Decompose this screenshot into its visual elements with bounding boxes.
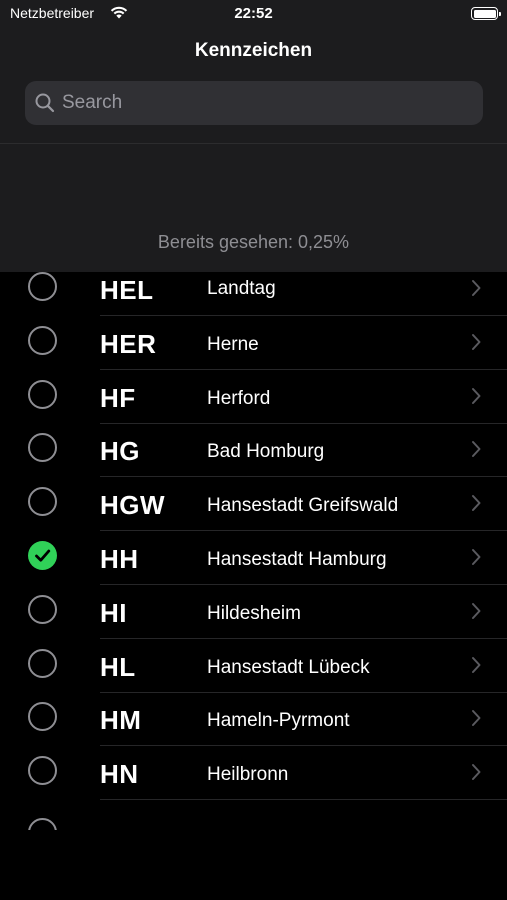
divider [0, 143, 507, 144]
unchecked-circle-icon[interactable] [28, 648, 57, 678]
chevron-right-icon [470, 548, 482, 566]
district-name: Herne [207, 333, 259, 355]
unchecked-circle-icon[interactable] [28, 594, 57, 624]
checkmark-icon[interactable] [28, 541, 57, 570]
list-item[interactable]: HI Hildesheim [0, 585, 507, 639]
list-item[interactable]: HER Herne [0, 316, 507, 370]
plate-code: HER [100, 328, 157, 359]
page-title: Kennzeichen [194, 40, 313, 61]
chevron-right-icon [470, 763, 482, 781]
unchecked-circle-icon[interactable] [28, 325, 57, 355]
district-name: Hildesheim [207, 602, 301, 624]
list-item[interactable]: HM Hameln-Pyrmont [0, 692, 507, 747]
district-name: Hameln-Pyrmont [207, 710, 350, 732]
plate-code: HEL [100, 275, 154, 305]
search-bar[interactable] [25, 81, 483, 125]
search-icon [35, 93, 55, 118]
chevron-right-icon [470, 279, 482, 297]
list-item[interactable]: HGW Hansestadt Greifswald [0, 477, 507, 532]
plate-code: HGW [100, 490, 166, 521]
bottom-area [0, 830, 507, 900]
list-item[interactable]: HL Hansestadt Lübeck [0, 639, 507, 693]
unchecked-circle-icon[interactable] [28, 702, 57, 732]
plate-code: HN [100, 759, 139, 790]
district-name: Hansestadt Lübeck [207, 656, 370, 678]
district-name: Herford [207, 387, 271, 409]
chevron-right-icon [470, 602, 482, 620]
unchecked-circle-icon[interactable] [28, 756, 57, 786]
unchecked-circle-icon[interactable] [28, 487, 57, 517]
plate-code: HH [100, 544, 139, 574]
battery-icon [471, 7, 501, 20]
list-item[interactable]: HG Bad Homburg [0, 423, 507, 478]
unchecked-circle-icon[interactable] [28, 272, 57, 301]
chevron-right-icon [470, 387, 482, 405]
list-item[interactable]: HH Hansestadt Hamburg [0, 531, 507, 585]
district-name: Hansestadt Hamburg [207, 549, 387, 570]
chevron-right-icon [470, 333, 482, 351]
status-time: 22:52 [234, 5, 273, 22]
plate-code: HM [100, 705, 142, 736]
list-item[interactable] [0, 808, 507, 830]
chevron-right-icon [470, 494, 482, 512]
row-separator [100, 799, 507, 801]
plate-code: HL [100, 651, 136, 682]
district-name: Hansestadt Greifswald [207, 495, 399, 517]
plate-code: HI [100, 597, 127, 628]
chevron-right-icon [470, 709, 482, 727]
plate-code: HG [100, 436, 140, 467]
unchecked-circle-icon[interactable] [28, 433, 57, 463]
district-name: Bad Homburg [207, 441, 325, 463]
seen-toggle[interactable] [28, 818, 57, 830]
list-item[interactable]: HF Herford [0, 370, 507, 424]
unchecked-circle-icon[interactable] [28, 379, 57, 409]
progress-label: Bereits gesehen: 0,25% [157, 232, 350, 252]
list-item[interactable]: HN Heilbronn [0, 746, 507, 801]
chevron-right-icon [470, 440, 482, 458]
plate-code: HF [100, 382, 136, 413]
header-panel: Netzbetreiber 22:52 Kennzeichen Bereits … [0, 0, 507, 272]
district-name: Heilbronn [207, 764, 289, 786]
search-input[interactable] [62, 81, 462, 125]
chevron-right-icon [470, 656, 482, 674]
